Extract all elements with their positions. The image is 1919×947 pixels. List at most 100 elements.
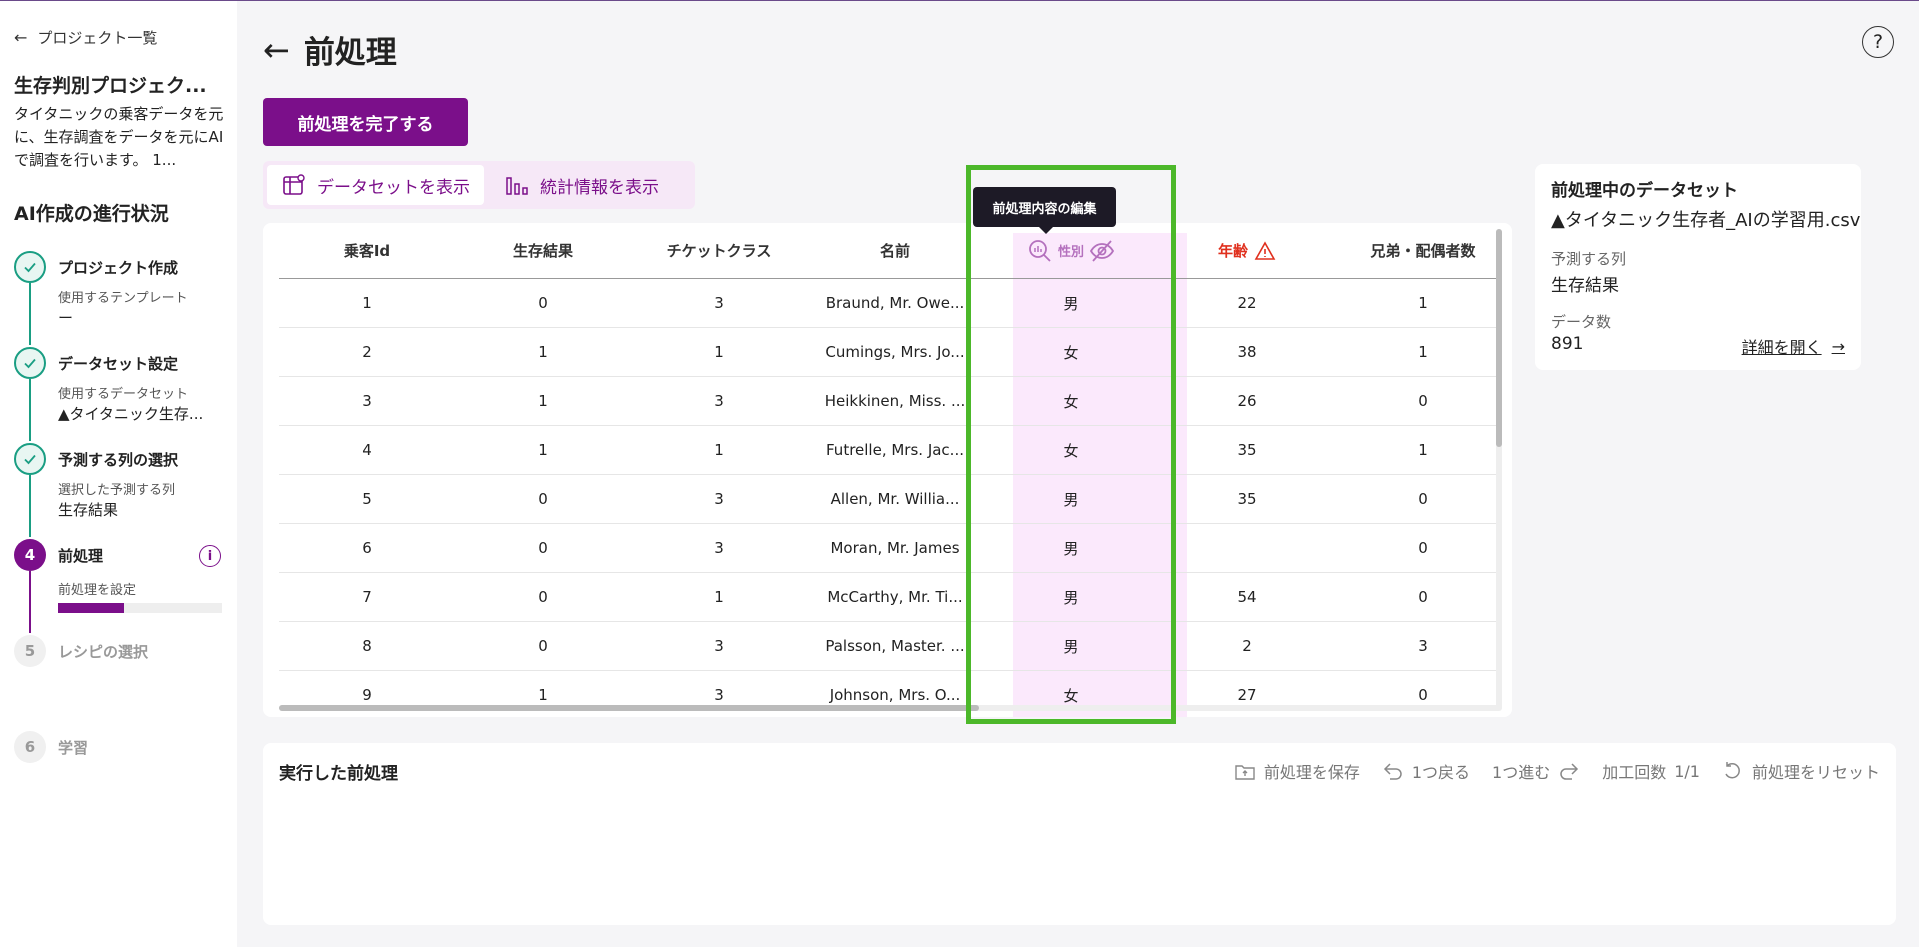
table-cell: Palsson, Master. ... xyxy=(825,637,965,655)
tab-stats-label: 統計情報を表示 xyxy=(540,177,659,198)
bar-chart-icon xyxy=(506,177,528,195)
table-cell: 男 xyxy=(1063,490,1079,509)
arrow-left-icon: ← xyxy=(14,28,28,47)
back-arrow-icon[interactable]: ← xyxy=(263,31,290,69)
dataset-table: 乗客Id 生存結果 チケットクラス 名前 性別 年齢 兄弟・配偶者数 1 0 3 Br… xyxy=(263,223,1512,717)
table-cell: 2 xyxy=(362,343,372,361)
table-cell: Moran, Mr. James xyxy=(830,539,960,557)
tab-dataset[interactable]: データセットを表示 xyxy=(267,165,484,205)
info-icon[interactable]: i xyxy=(199,545,221,567)
table-cell: 1 xyxy=(714,441,724,459)
reset-preprocessing-button[interactable]: 前処理をリセット xyxy=(1722,759,1880,783)
table-cell: 8 xyxy=(362,637,372,655)
help-icon[interactable]: ? xyxy=(1862,26,1894,58)
column-header[interactable]: 生存結果 xyxy=(455,223,631,278)
step-connector xyxy=(29,379,31,441)
step-done-check-icon xyxy=(14,443,46,475)
table-cell: 0 xyxy=(1418,490,1428,508)
edit-preprocessing-tooltip: 前処理内容の編集 xyxy=(973,187,1116,234)
table-cell: 5 xyxy=(362,490,372,508)
table-cell: 3 xyxy=(362,392,372,410)
column-header-label: 年齢 xyxy=(1217,242,1248,260)
table-cell: 0 xyxy=(538,294,548,312)
step-connector xyxy=(29,571,31,633)
table-cell xyxy=(1159,524,1335,572)
table-cell: 38 xyxy=(1237,343,1257,361)
table-row: 5 0 3 Allen, Mr. Willia... 男 35 0 xyxy=(279,475,1496,524)
dataset-icon xyxy=(283,174,305,195)
table-cell: Heikkinen, Miss. ... xyxy=(824,392,966,410)
open-details-link[interactable]: 詳細を開く → xyxy=(1742,334,1845,358)
tab-stats[interactable]: 統計情報を表示 xyxy=(490,165,673,205)
table-cell: 1 xyxy=(1418,441,1428,459)
step-value: ▲タイタニック生存... xyxy=(58,405,204,423)
step-title: プロジェクト作成 xyxy=(58,259,179,277)
undo-label: 1つ戻る xyxy=(1411,763,1471,782)
table-cell: 35 xyxy=(1237,441,1257,459)
table-cell: 54 xyxy=(1237,588,1257,606)
horizontal-scrollbar[interactable] xyxy=(279,705,1501,711)
step-title: 前処理 xyxy=(58,547,104,565)
table-cell: Allen, Mr. Willia... xyxy=(830,490,960,508)
table-cell: 3 xyxy=(714,637,724,655)
table-row: 4 1 1 Futrelle, Mrs. Jac... 女 35 1 xyxy=(279,426,1496,475)
step-connector xyxy=(29,283,31,345)
column-header[interactable]: 乗客Id xyxy=(279,223,455,278)
table-cell: 22 xyxy=(1237,294,1257,312)
column-header[interactable]: 年齢 xyxy=(1159,223,1335,278)
project-title: 生存判別プロジェク... xyxy=(14,75,207,97)
project-description: タイタニックの乗客データを元に、生存調査をデータを元にAIで調査を行います。 1… xyxy=(14,105,224,169)
table-row: 7 0 1 McCarthy, Mr. Ti... 男 54 0 xyxy=(279,573,1496,622)
table-cell: 0 xyxy=(538,490,548,508)
table-row: 2 1 1 Cumings, Mrs. Jo... 女 38 1 xyxy=(279,328,1496,377)
step-connector xyxy=(29,475,31,537)
back-link-label: プロジェクト一覧 xyxy=(37,29,158,47)
column-header[interactable]: 名前 xyxy=(807,223,983,278)
main-content: ← 前処理 ? 前処理を完了する データセットを表示 統計情報を表示 乗客Id … xyxy=(237,1,1919,947)
table-cell: 3 xyxy=(714,490,724,508)
step-subtitle: 前処理を設定 xyxy=(58,583,137,598)
table-cell: 男 xyxy=(1063,637,1079,656)
table-cell: 7 xyxy=(362,588,372,606)
back-to-projects-link[interactable]: ← プロジェクト一覧 xyxy=(14,27,157,48)
step-subtitle: 使用するテンプレート xyxy=(58,291,188,306)
process-count: 加工回数 1/1 xyxy=(1602,759,1700,783)
table-cell: McCarthy, Mr. Ti... xyxy=(827,588,963,606)
table-cell: 1 xyxy=(714,343,724,361)
step-title: 学習 xyxy=(58,739,89,757)
target-column-label: 予測する列 xyxy=(1551,250,1627,268)
column-stats-icon[interactable] xyxy=(1026,237,1054,265)
dataset-filename: ▲タイタニック生存者_AIの学習用.csv xyxy=(1551,210,1861,231)
reset-preprocessing-label: 前処理をリセット xyxy=(1751,763,1880,782)
step-done-check-icon xyxy=(14,347,46,379)
vertical-scrollbar[interactable] xyxy=(1496,229,1502,711)
open-details-label: 詳細を開く xyxy=(1741,338,1822,357)
undo-button[interactable]: 1つ戻る xyxy=(1382,759,1470,783)
table-cell: 3 xyxy=(714,392,724,410)
column-header[interactable]: チケットクラス xyxy=(631,223,807,278)
step-title: レシピの選択 xyxy=(58,643,149,661)
column-header[interactable]: 兄弟・配偶者数 xyxy=(1335,223,1511,278)
table-cell: 0 xyxy=(538,637,548,655)
step-number: 5 xyxy=(14,635,46,667)
table-cell: 1 xyxy=(1418,343,1428,361)
table-cell: 3 xyxy=(714,294,724,312)
hide-column-icon[interactable] xyxy=(1088,237,1116,265)
step-subtitle: 使用するデータセット xyxy=(58,387,189,402)
column-header-sex[interactable]: 性別 xyxy=(983,223,1159,278)
table-cell: 35 xyxy=(1237,490,1257,508)
table-cell: 1 xyxy=(362,294,372,312)
preprocessing-actions: 前処理を保存 1つ戻る 1つ進む 加工回数 1/1 前処理をリセット xyxy=(1234,759,1880,783)
data-count-label: データ数 xyxy=(1551,313,1612,331)
view-toggle: データセットを表示 統計情報を表示 xyxy=(263,161,695,209)
step-number: 6 xyxy=(14,731,46,763)
save-preprocessing-button[interactable]: 前処理を保存 xyxy=(1234,759,1360,783)
table-cell: Cumings, Mrs. Jo... xyxy=(825,343,965,361)
table-cell: 0 xyxy=(1418,588,1428,606)
table-cell: 0 xyxy=(538,588,548,606)
step-value: ー xyxy=(58,309,74,327)
redo-button[interactable]: 1つ進む xyxy=(1492,759,1580,783)
complete-preprocessing-button[interactable]: 前処理を完了する xyxy=(263,98,468,146)
table-cell: 男 xyxy=(1063,294,1079,313)
table-cell: 0 xyxy=(1418,392,1428,410)
